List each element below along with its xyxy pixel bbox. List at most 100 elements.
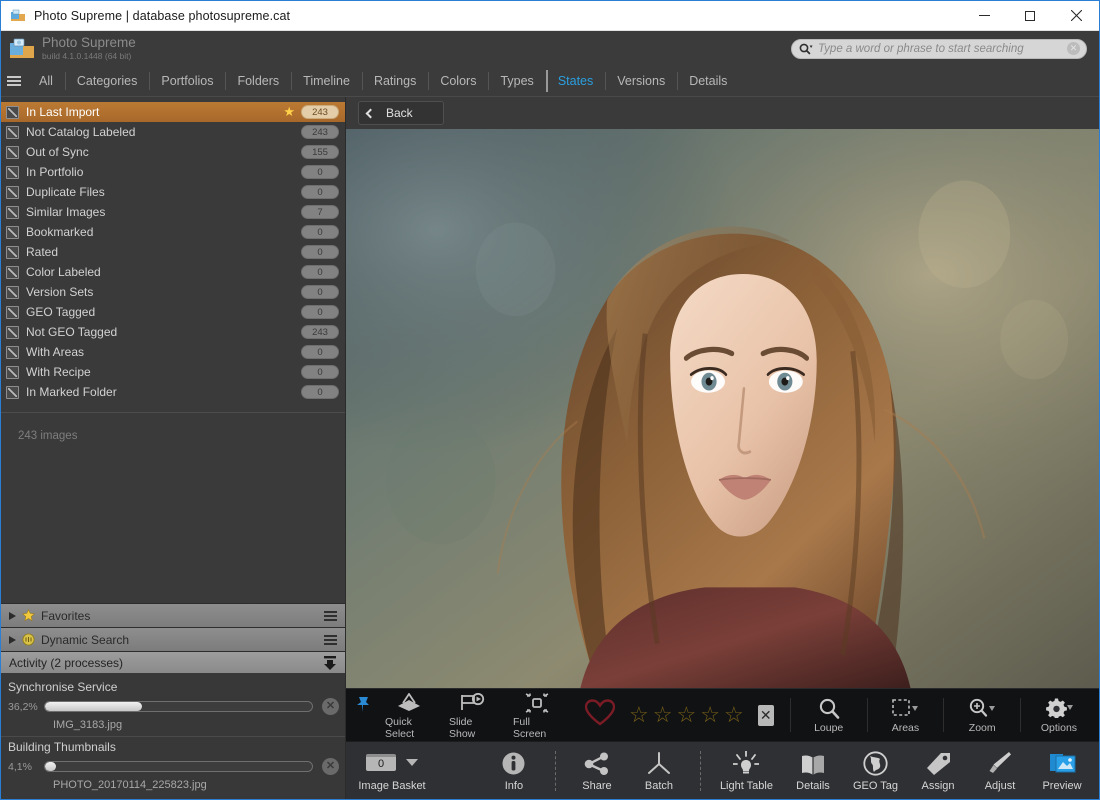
state-row[interactable]: Bookmarked0 [1,222,345,242]
state-checkbox[interactable] [6,386,19,399]
state-checkbox[interactable] [6,366,19,379]
search-icon [799,43,813,55]
state-checkbox[interactable] [6,186,19,199]
tab-portfolios[interactable]: Portfolios [149,66,225,96]
details-button[interactable]: Details [782,750,844,792]
preview-photo [346,129,1099,688]
state-row[interactable]: In Portfolio0 [1,162,345,182]
left-panel-spacer [1,442,345,603]
hamburger-menu-icon[interactable] [1,66,27,96]
state-row[interactable]: Out of Sync155 [1,142,345,162]
tab-all[interactable]: All [27,66,65,96]
activity-cancel-button[interactable]: ✕ [322,758,339,775]
options-button[interactable]: Options [1027,697,1091,734]
state-checkbox[interactable] [6,346,19,359]
favorite-star-icon[interactable]: ★ [283,104,295,120]
areas-button[interactable]: Areas [873,697,937,734]
state-checkbox[interactable] [6,106,19,119]
state-checkbox[interactable] [6,226,19,239]
rating-star-4[interactable]: ☆ [700,704,720,726]
back-button[interactable]: Back [358,101,444,125]
tab-label: Types [500,74,533,88]
chevron-down-icon[interactable] [406,759,418,766]
tab-versions[interactable]: Versions [605,66,677,96]
state-row[interactable]: With Areas0 [1,342,345,362]
adjust-button[interactable]: Adjust [969,750,1031,792]
star-icon [22,609,35,622]
preview-button[interactable]: Preview [1031,750,1093,792]
panel-favorites[interactable]: Favorites [1,603,345,627]
rating-star-2[interactable]: ☆ [653,704,673,726]
state-row[interactable]: In Last Import★243 [1,102,345,122]
tab-details[interactable]: Details [677,66,739,96]
zoom-button[interactable]: Zoom [950,697,1014,734]
info-icon [501,750,526,776]
tab-folders[interactable]: Folders [225,66,291,96]
tab-states[interactable]: States [546,66,605,96]
panel-menu-icon[interactable] [324,609,337,623]
state-row[interactable]: GEO Tagged0 [1,302,345,322]
search-box[interactable]: ✕ [791,39,1087,59]
activity-header[interactable]: Activity (2 processes) [1,651,345,673]
panel-menu-icon[interactable] [324,633,337,647]
rating-star-1[interactable]: ☆ [629,704,649,726]
light-table-button[interactable]: Light Table [711,750,782,792]
assign-button[interactable]: Assign [907,750,969,792]
rating-star-3[interactable]: ☆ [676,704,696,726]
state-row[interactable]: In Marked Folder0 [1,382,345,402]
collapse-down-icon[interactable] [321,655,339,671]
state-checkbox[interactable] [6,206,19,219]
tab-ratings[interactable]: Ratings [362,66,428,96]
state-checkbox[interactable] [6,166,19,179]
rating-stars[interactable]: ☆ ☆ ☆ ☆ ☆ [629,704,744,726]
state-row[interactable]: Version Sets0 [1,282,345,302]
state-row[interactable]: Duplicate Files0 [1,182,345,202]
expand-triangle-icon [9,636,16,644]
state-checkbox[interactable] [6,146,19,159]
tab-label: Categories [77,74,137,88]
state-checkbox[interactable] [6,306,19,319]
state-checkbox[interactable] [6,286,19,299]
state-row[interactable]: Not GEO Tagged243 [1,322,345,342]
activity-header-label: Activity (2 processes) [9,656,321,670]
loupe-button[interactable]: Loupe [797,697,861,734]
state-checkbox[interactable] [6,326,19,339]
state-row[interactable]: Similar Images7 [1,202,345,222]
toolbar-separator [1020,698,1021,732]
search-clear-icon[interactable]: ✕ [1067,42,1080,55]
tab-types[interactable]: Types [488,66,545,96]
image-basket-button[interactable]: 0 Image Basket [346,750,438,792]
state-row[interactable]: Rated0 [1,242,345,262]
image-viewer[interactable] [346,129,1099,688]
minimize-button[interactable] [961,1,1007,31]
activity-filename: PHOTO_20170114_225823.jpg [1,775,345,793]
share-button[interactable]: Share [566,750,628,792]
state-row[interactable]: Color Labeled0 [1,262,345,282]
slide-show-button[interactable]: Slide Show [441,691,505,740]
close-button[interactable] [1053,1,1099,31]
state-checkbox[interactable] [6,266,19,279]
pin-icon[interactable] [356,695,371,718]
clear-rating-button[interactable]: ✕ [758,705,774,726]
search-input[interactable] [818,43,1067,55]
panel-dynamic-search[interactable]: Dynamic Search [1,627,345,651]
full-screen-button[interactable]: Full Screen [505,691,569,740]
geo-tag-button[interactable]: GEO Tag [844,750,907,792]
sort-arrow-icon[interactable] [107,105,117,119]
state-row[interactable]: With Recipe0 [1,362,345,382]
tab-categories[interactable]: Categories [65,66,149,96]
tab-timeline[interactable]: Timeline [291,66,362,96]
activity-cancel-button[interactable]: ✕ [322,698,339,715]
state-checkbox[interactable] [6,246,19,259]
state-row[interactable]: Not Catalog Labeled243 [1,122,345,142]
quick-select-button[interactable]: Quick Select [377,691,441,740]
batch-button[interactable]: Batch [628,750,690,792]
info-button[interactable]: Info [483,750,545,792]
brush-icon [988,750,1012,776]
tab-colors[interactable]: Colors [428,66,488,96]
state-checkbox[interactable] [6,126,19,139]
heart-icon[interactable] [585,699,615,731]
maximize-button[interactable] [1007,1,1053,31]
brand-build: build 4.1.0.1448 (64 bit) [42,52,136,61]
rating-star-5[interactable]: ☆ [724,704,744,726]
